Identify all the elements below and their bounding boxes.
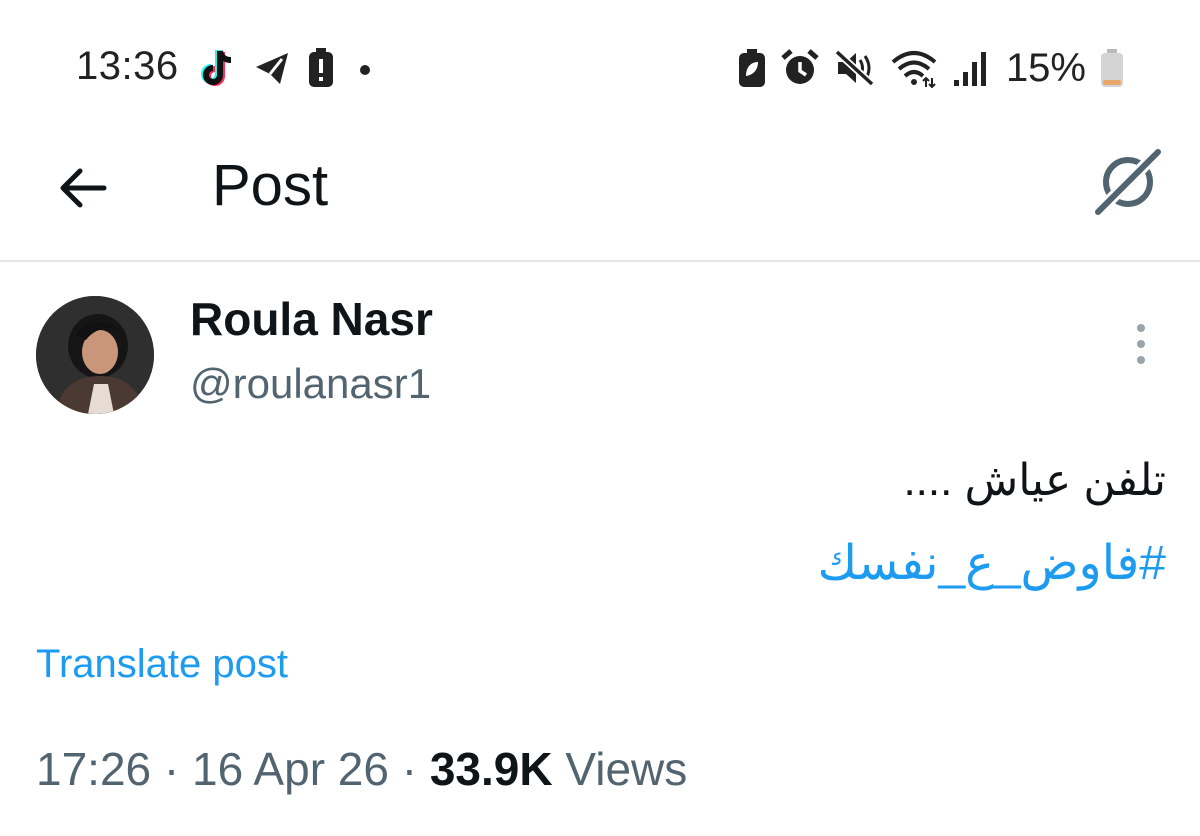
author-name[interactable]: Roula Nasr (190, 292, 433, 346)
avatar[interactable] (36, 296, 154, 414)
status-bar: 13:36 15% (0, 0, 1200, 130)
page-title: Post (212, 153, 329, 218)
notification-icons (200, 44, 380, 92)
arrow-left-icon (60, 168, 107, 208)
separator: · (163, 743, 180, 795)
post-date[interactable]: 16 Apr 26 (192, 743, 389, 795)
tiktok-icon (200, 47, 236, 89)
post-meta: 17:26 · 16 Apr 26 · 33.9K Views (36, 742, 687, 796)
views-label[interactable]: Views (565, 743, 687, 795)
post-text: تلفن عياش .... (903, 456, 1166, 505)
telegram-icon (252, 48, 292, 88)
grok-icon (1091, 145, 1165, 219)
battery-alert-icon (308, 48, 334, 88)
top-app-bar: Post (0, 130, 1200, 262)
mute-icon (834, 48, 876, 88)
separator: · (401, 743, 418, 795)
alarm-icon (780, 48, 820, 88)
hashtag-link[interactable]: #فاوض_ع_نفسك (818, 535, 1166, 591)
translate-post-link[interactable]: Translate post (36, 642, 288, 687)
more-options-button[interactable] (1126, 322, 1156, 366)
status-time: 13:36 (76, 44, 179, 88)
post-time[interactable]: 17:26 (36, 743, 151, 795)
wifi-icon (890, 48, 938, 88)
grok-button[interactable] (1090, 144, 1166, 220)
more-vertical-icon (1137, 324, 1145, 364)
author-handle[interactable]: @roulanasr1 (190, 360, 431, 408)
battery-icon (1100, 48, 1124, 88)
signal-icon (952, 48, 990, 88)
system-icons: 15% (738, 44, 1124, 92)
battery-saver-icon (738, 48, 766, 88)
back-button[interactable] (52, 156, 116, 220)
battery-percentage: 15% (1005, 45, 1086, 90)
views-count[interactable]: 33.9K (430, 743, 553, 795)
dot-icon (350, 48, 380, 88)
